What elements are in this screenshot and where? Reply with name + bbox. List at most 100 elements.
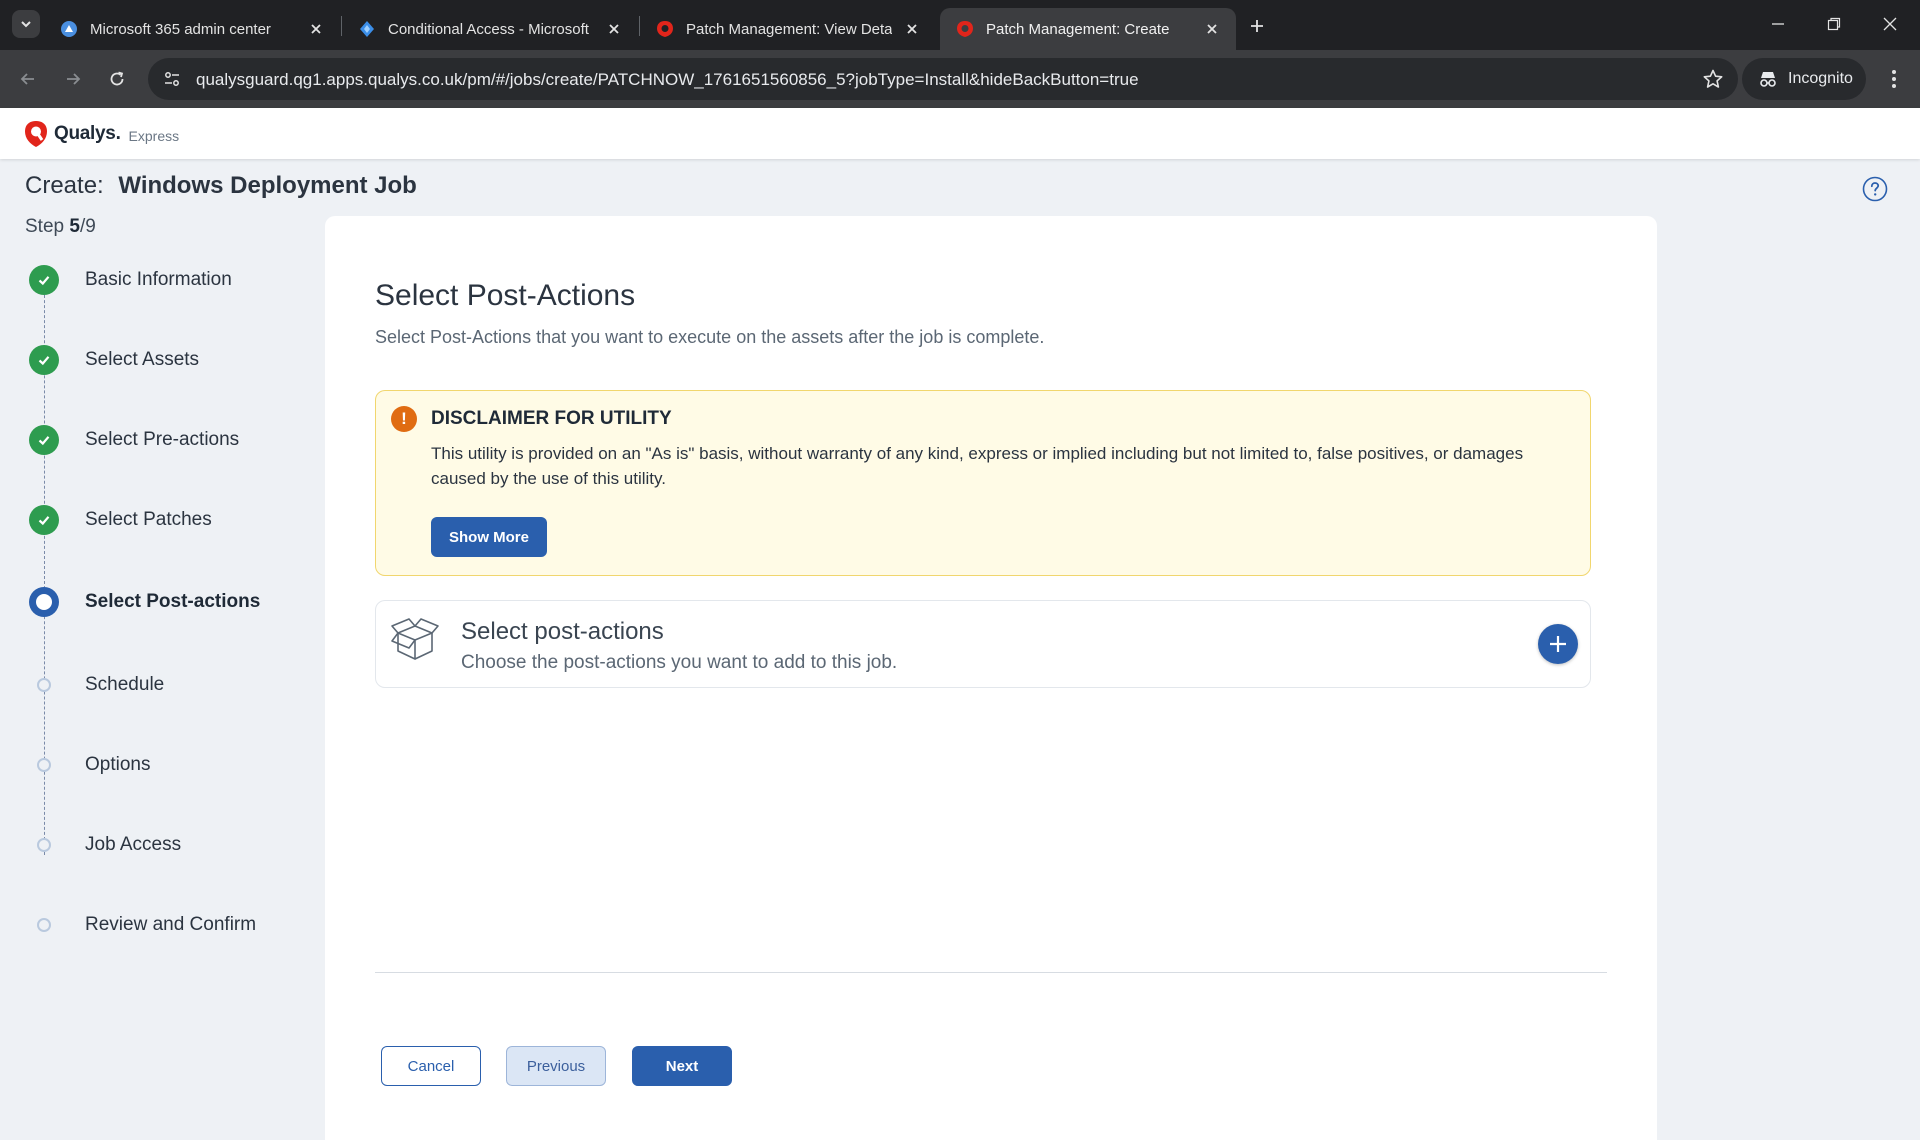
browser-menu-button[interactable] xyxy=(1880,65,1908,93)
show-more-button[interactable]: Show More xyxy=(431,517,547,557)
address-bar[interactable]: qualysguard.qg1.apps.qualys.co.uk/pm/#/j… xyxy=(148,58,1738,100)
close-icon xyxy=(1883,17,1897,31)
browser-tab-create[interactable]: Patch Management: Create xyxy=(940,8,1236,50)
url-text: qualysguard.qg1.apps.qualys.co.uk/pm/#/j… xyxy=(196,70,1139,89)
more-vertical-icon xyxy=(1892,70,1896,88)
step-select-patches[interactable]: Select Patches xyxy=(0,495,320,545)
browser-toolbar: qualysguard.qg1.apps.qualys.co.uk/pm/#/j… xyxy=(0,50,1920,108)
new-tab-button[interactable] xyxy=(1244,13,1270,39)
check-icon xyxy=(38,356,50,366)
step-basic-information[interactable]: Basic Information xyxy=(0,255,320,305)
minimize-button[interactable] xyxy=(1758,6,1798,42)
disclaimer-body: This utility is provided on an "As is" b… xyxy=(431,444,1524,488)
tab-title: Conditional Access - Microsoft E xyxy=(388,20,594,38)
post-actions-title: Select post-actions xyxy=(461,618,664,645)
tab-title: Patch Management: Create xyxy=(986,20,1170,38)
step-label: Select Post-actions xyxy=(85,591,261,612)
qualys-logo[interactable]: Qualys. Express xyxy=(24,120,179,148)
step-prefix: Step xyxy=(25,216,70,237)
step-marker xyxy=(29,750,59,780)
step-select-post-actions[interactable]: Select Post-actions xyxy=(0,577,320,627)
plus-icon xyxy=(1251,20,1263,32)
main-content-card: Select Post-Actions Select Post-Actions … xyxy=(325,216,1657,1140)
wizard-stepper: Basic Information Select Assets Select P… xyxy=(0,250,320,950)
brand-name: Qualys. xyxy=(54,123,121,144)
window-close-button[interactable] xyxy=(1870,6,1910,42)
page-title-prefix: Create: xyxy=(25,172,104,199)
step-marker xyxy=(29,910,59,940)
section-description: Select Post-Actions that you want to exe… xyxy=(375,327,1045,347)
package-box-icon xyxy=(391,618,439,660)
post-actions-description: Choose the post-actions you want to add … xyxy=(461,652,898,673)
close-icon[interactable] xyxy=(604,19,624,39)
restore-icon xyxy=(1827,17,1841,31)
check-icon xyxy=(38,516,50,526)
step-label: Basic Information xyxy=(85,269,232,290)
incognito-icon xyxy=(1760,72,1776,87)
current-step-icon xyxy=(29,587,59,617)
step-review-and-confirm[interactable]: Review and Confirm xyxy=(0,900,320,950)
step-marker xyxy=(29,505,59,535)
browser-tab-m365[interactable]: Microsoft 365 admin center xyxy=(44,8,340,50)
step-label: Job Access xyxy=(85,834,182,855)
close-icon[interactable] xyxy=(306,19,326,39)
back-button[interactable] xyxy=(14,65,42,93)
close-icon[interactable] xyxy=(902,19,922,39)
step-marker xyxy=(29,265,59,295)
arrow-right-icon xyxy=(67,73,81,85)
site-info-icon[interactable] xyxy=(162,69,182,89)
plus-icon xyxy=(1550,636,1566,652)
entra-icon xyxy=(358,20,376,38)
qualys-shield-icon xyxy=(25,121,47,147)
step-label: Select Pre-actions xyxy=(85,429,240,450)
warning-icon: ! xyxy=(391,406,417,432)
reload-button[interactable] xyxy=(103,65,131,93)
step-marker xyxy=(29,670,59,700)
disclaimer-box: ! DISCLAIMER FOR UTILITY This utility is… xyxy=(375,390,1591,576)
section-title: Select Post-Actions xyxy=(375,279,636,312)
step-options[interactable]: Options xyxy=(0,740,320,790)
reload-icon xyxy=(110,71,124,86)
tab-title: Microsoft 365 admin center xyxy=(90,20,271,38)
m365-admin-icon xyxy=(60,20,78,38)
help-icon[interactable] xyxy=(1862,176,1888,202)
select-post-actions-panel: Select post-actions Choose the post-acti… xyxy=(375,600,1591,688)
step-select-pre-actions[interactable]: Select Pre-actions xyxy=(0,415,320,465)
step-label: Review and Confirm xyxy=(85,914,257,935)
check-icon xyxy=(38,276,50,286)
step-label: Options xyxy=(85,754,151,775)
tab-title: Patch Management: View Details xyxy=(686,20,892,38)
chevron-down-icon xyxy=(21,21,31,28)
restore-button[interactable] xyxy=(1814,6,1854,42)
add-post-action-button[interactable] xyxy=(1538,624,1578,664)
pending-step-icon xyxy=(37,678,51,692)
step-schedule[interactable]: Schedule xyxy=(0,660,320,710)
step-marker xyxy=(29,830,59,860)
tab-search-button[interactable] xyxy=(12,10,40,38)
next-button[interactable]: Next xyxy=(632,1046,732,1086)
browser-tab-view-details[interactable]: Patch Management: View Details xyxy=(640,8,936,50)
brand-edition: Express xyxy=(128,128,180,144)
job-name: Windows Deployment Job xyxy=(118,172,417,199)
disclaimer-title: DISCLAIMER FOR UTILITY xyxy=(431,408,672,429)
pending-step-icon xyxy=(37,758,51,772)
step-label: Select Patches xyxy=(85,509,212,530)
step-label: Schedule xyxy=(85,674,165,695)
browser-tab-bar: Microsoft 365 admin center Conditional A… xyxy=(0,0,1920,50)
step-label: Select Assets xyxy=(85,349,200,370)
pending-step-icon xyxy=(37,918,51,932)
step-select-assets[interactable]: Select Assets xyxy=(0,335,320,385)
step-total: /9 xyxy=(79,216,96,237)
step-marker xyxy=(29,345,59,375)
qualys-icon xyxy=(956,20,974,38)
forward-button[interactable] xyxy=(59,65,87,93)
step-job-access[interactable]: Job Access xyxy=(0,820,320,870)
previous-button[interactable]: Previous xyxy=(506,1046,606,1086)
incognito-indicator[interactable]: Incognito xyxy=(1742,58,1866,100)
browser-tab-conditional-access[interactable]: Conditional Access - Microsoft E xyxy=(342,8,638,50)
close-icon[interactable] xyxy=(1202,19,1222,39)
arrow-left-icon xyxy=(20,73,34,85)
bookmark-star-icon[interactable] xyxy=(1702,68,1724,90)
pending-step-icon xyxy=(37,838,51,852)
cancel-button[interactable]: Cancel xyxy=(381,1046,481,1086)
